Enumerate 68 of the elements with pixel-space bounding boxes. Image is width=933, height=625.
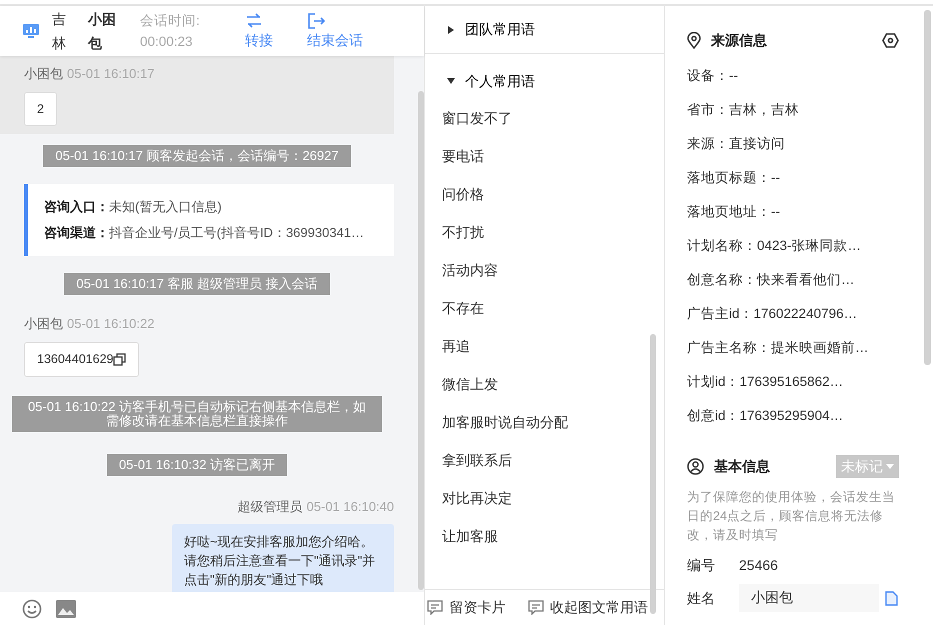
info-line: 广告主id：176022240796… [687,305,858,323]
phrase-item[interactable]: 拿到联系后 [442,441,512,479]
system-notice: 05-01 16:10:17 客服 超级管理员 接入会话 [64,273,330,296]
message-text: 2 [37,100,44,118]
info-line: 来源：直接访问 [687,135,786,153]
section-title: 基本信息 [714,457,770,476]
phrase-item[interactable]: 加客服时说自动分配 [442,403,568,441]
field-label: 编号 [687,556,716,575]
system-notice: 05-01 16:10:32 访客已离开 [106,454,288,476]
message-bubble: 好哒~现在安排客服加您介绍哈。请您稍后注意查看一下"通讯录"并点击"新的朋友"通过下哦 [172,524,394,592]
notice-text: 为了保障您的使用体验，会话发生当日的24点之后，顾客信息将无法修改，请及时填写 [687,489,896,544]
phrase-item[interactable]: 不存在 [442,289,484,327]
exit-icon [306,12,325,30]
phrase-item[interactable]: 不打扰 [442,213,484,251]
footer-action[interactable]: 收起图文常用语 [528,597,648,618]
info-line: 广告主名称：提米映画婚前… [687,339,870,357]
location-pin-icon [687,32,701,49]
entry-info-line: 咨询入口：未知(暂无入口信息) [44,198,223,216]
phrase-item[interactable]: 微信上发 [442,365,498,403]
message-time: 05-01 16:10:17 [67,66,154,81]
info-line: 设备：-- [687,67,739,85]
system-notice: 05-01 16:10:22 访客手机号已自动标记右侧基本信息栏，如需修改请在基本信息栏直接操作 [12,396,382,432]
phrase-item[interactable]: 窗口发不了 [442,99,512,137]
image-icon[interactable] [56,600,76,618]
phrase-item[interactable]: 让加客服 [442,517,498,555]
section-title: 来源信息 [711,31,767,50]
info-line: 计划名称：0423-张琳同款… [687,237,862,255]
settings-icon[interactable] [882,33,899,48]
info-line: 落地页地址：-- [687,203,781,221]
phrase-item[interactable]: 活动内容 [442,251,498,289]
message-time: 05-01 16:10:22 [67,316,154,332]
info-line: 计划id：176395165862… [687,373,844,391]
phrase-item[interactable]: 问价格 [442,175,484,213]
sender-name: 小困包 [24,316,63,332]
phrase-item[interactable]: 要电话 [442,137,484,175]
entry-info-line: 咨询渠道：抖音企业号/员工号(抖音号ID：369930341… [44,224,366,242]
sender-name: 小困包 [24,66,63,81]
visitor-name: 小困包 [88,10,116,53]
region-label: 吉林 [52,10,66,53]
info-line: 省市：吉林，吉林 [687,101,800,119]
monitor-icon [22,23,40,39]
info-line: 创意id：176395295904… [687,407,844,425]
field-value: 25466 [739,556,778,575]
scrollbar[interactable] [924,10,931,365]
phrase-item[interactable]: 对比再决定 [442,479,512,517]
caret-icon [886,464,894,469]
timer-label: 会话时间: [140,12,200,30]
footer-action[interactable]: 留资卡片 [427,597,506,618]
info-line: 落地页标题：-- [687,169,781,187]
user-icon [687,458,704,475]
copy-icon[interactable] [113,352,126,366]
message-text: 13604401629 [37,350,114,368]
emoji-icon[interactable] [22,598,42,618]
scrollbar[interactable] [650,334,656,614]
comment-icon [528,600,544,615]
scrollbar[interactable] [418,91,424,590]
system-notice: 05-01 16:10:17 顾客发起会话，会话编号：26927 [43,145,351,168]
transfer-icon [244,12,263,30]
info-line: 创意名称：快来看看他们… [687,271,856,289]
comment-icon [427,600,443,615]
phrase-item[interactable]: 再追 [442,327,470,365]
sender-name: 超级管理员 [238,498,303,514]
field-label: 姓名 [687,588,716,608]
name-field[interactable]: 小困包 [739,584,879,612]
message-time: 05-01 16:10:40 [306,498,394,514]
session-timer: 00:00:23 [140,33,194,51]
caret-icon [447,26,455,34]
caret-icon [447,77,455,85]
